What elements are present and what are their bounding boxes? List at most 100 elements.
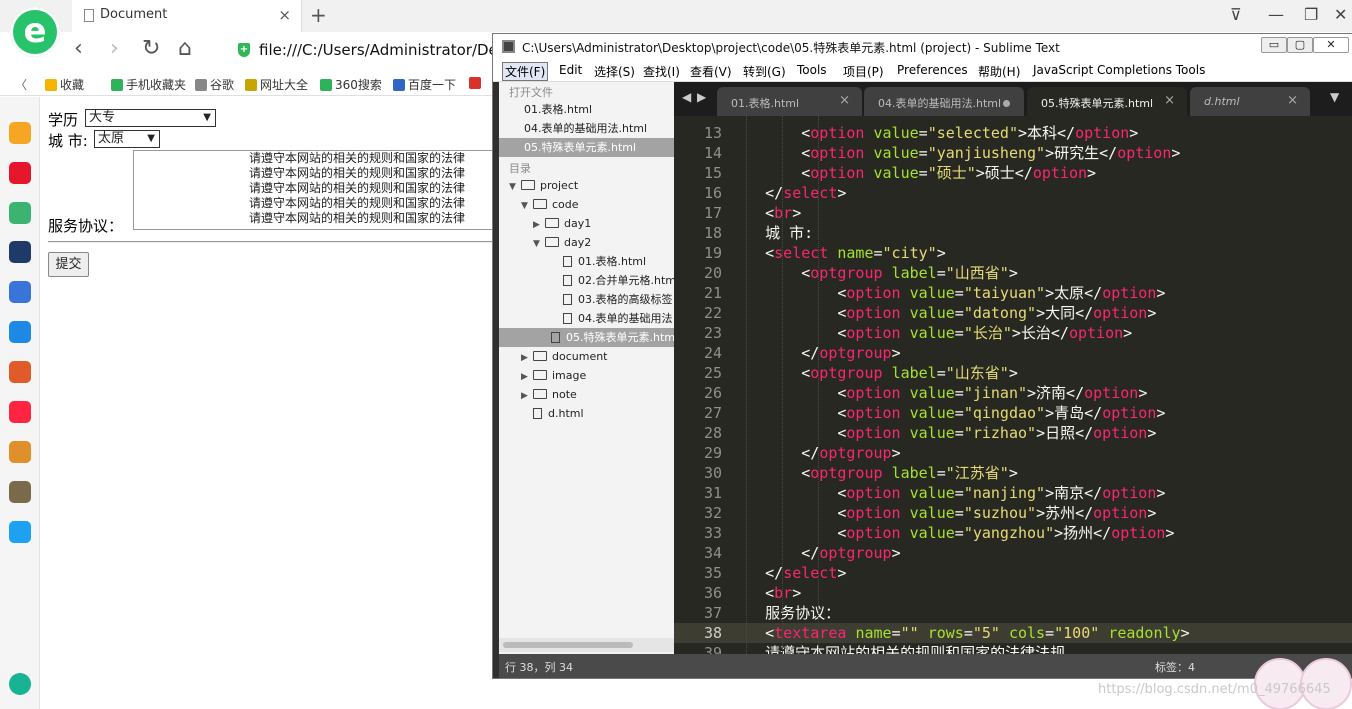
line-number: 15 bbox=[703, 164, 722, 182]
menu-item[interactable]: 查看(V) bbox=[690, 63, 732, 80]
favorite-item[interactable]: 网址大全 bbox=[245, 76, 308, 93]
mail-icon[interactable] bbox=[9, 202, 31, 224]
menu-item[interactable]: Edit bbox=[559, 63, 582, 77]
menu-item[interactable]: 转到(G) bbox=[743, 63, 786, 80]
code-token: > bbox=[1156, 484, 1166, 502]
menu-item[interactable]: Preferences bbox=[897, 63, 968, 77]
favorite-item[interactable] bbox=[469, 76, 484, 90]
menu-item[interactable]: 帮助(H) bbox=[978, 63, 1020, 80]
maximize-button[interactable]: ❐ bbox=[1304, 5, 1318, 24]
tree-item[interactable]: d.html bbox=[499, 404, 674, 423]
menu-item[interactable]: 文件(F) bbox=[502, 62, 549, 81]
code-token: < bbox=[729, 244, 775, 262]
folders-header: 目录 bbox=[509, 162, 531, 175]
favorite-item[interactable]: 360搜索 bbox=[320, 76, 382, 93]
tab-close-icon[interactable]: × bbox=[839, 93, 850, 108]
open-file-item[interactable]: 05.特殊表单元素.html bbox=[499, 138, 674, 157]
browser-tab[interactable]: Document × bbox=[72, 0, 302, 32]
open-file-item[interactable]: 04.表单的基础用法.html bbox=[499, 119, 674, 138]
folder-icon bbox=[545, 218, 559, 228]
code-token: = bbox=[963, 624, 973, 642]
unsaved-dot-icon[interactable] bbox=[1003, 100, 1010, 107]
tree-item[interactable]: ▶ day1 bbox=[499, 214, 674, 233]
maximize-button[interactable]: ▢ bbox=[1287, 37, 1313, 53]
code-token: value bbox=[909, 504, 955, 522]
tab-close-icon[interactable]: × bbox=[1287, 93, 1298, 108]
add-icon[interactable] bbox=[9, 673, 31, 695]
reload-button[interactable]: ↻ bbox=[142, 37, 160, 61]
game2-icon[interactable] bbox=[9, 441, 31, 463]
code-token: option bbox=[1075, 124, 1130, 142]
browser-logo[interactable]: e bbox=[10, 7, 60, 57]
code-token: option bbox=[846, 304, 901, 322]
favorites-toggle-icon[interactable]: 〈 bbox=[15, 76, 27, 93]
code-line: <option value="taiyuan">太原</option> bbox=[729, 283, 1165, 303]
menu-item[interactable]: 选择(S) bbox=[594, 63, 635, 80]
home-button[interactable]: ⌂ bbox=[178, 37, 192, 61]
city-select[interactable]: 太原 ▼ bbox=[94, 130, 160, 148]
star-icon[interactable] bbox=[9, 122, 31, 144]
tree-item[interactable]: 05.特殊表单元素.htm bbox=[499, 328, 674, 347]
close-window-button[interactable]: ✕ bbox=[1334, 5, 1347, 24]
new-tab-button[interactable]: + bbox=[310, 3, 327, 27]
scrollbar-thumb[interactable] bbox=[503, 642, 633, 648]
tree-item[interactable]: ▼ code bbox=[499, 195, 674, 214]
tab-overflow-icon[interactable]: ▼ bbox=[1330, 90, 1339, 104]
tab-nav-left-icon[interactable]: ◀ bbox=[682, 90, 691, 104]
editor-tab[interactable]: 05.特殊表单元素.html × bbox=[1027, 87, 1187, 116]
code-token: > bbox=[1008, 364, 1018, 382]
news-icon[interactable] bbox=[9, 241, 31, 263]
minimize-button[interactable]: — bbox=[1268, 5, 1284, 24]
code-token: br bbox=[774, 204, 793, 222]
address-bar[interactable]: + file:///C:/Users/Administrator/Desk bbox=[230, 36, 530, 64]
editor-tab[interactable]: d.html × bbox=[1190, 87, 1310, 116]
editor-tab-label: 04.表单的基础用法.html bbox=[878, 97, 1002, 110]
tree-item[interactable]: 02.合并单元格.htm bbox=[499, 271, 674, 290]
forward-button[interactable]: › bbox=[110, 37, 119, 61]
weibo-icon[interactable] bbox=[9, 162, 31, 184]
code-token: < bbox=[729, 464, 811, 482]
tab-close-icon[interactable]: × bbox=[1164, 93, 1175, 108]
editor-tab[interactable]: 01.表格.html × bbox=[717, 87, 862, 116]
editor-tab[interactable]: 04.表单的基础用法.html bbox=[864, 87, 1024, 116]
tree-item-label: image bbox=[552, 369, 587, 382]
tree-item[interactable]: ▶ note bbox=[499, 385, 674, 404]
tab-close-icon[interactable]: × bbox=[278, 6, 291, 24]
minimize-button[interactable]: ▭ bbox=[1261, 37, 1287, 53]
code-editor[interactable]: 13 14 15 16 17 18 19 20 21 22 23 24 25 26 27 28 29 30 31 32… bbox=[674, 116, 1352, 654]
menu-item[interactable]: 查找(I) bbox=[643, 63, 680, 80]
sidebar-scrollbar[interactable] bbox=[499, 638, 674, 652]
tree-item[interactable]: 04.表单的基础用法 bbox=[499, 309, 674, 328]
back-button[interactable]: ‹ bbox=[74, 37, 83, 61]
favorite-item[interactable]: 谷歌 bbox=[195, 76, 234, 93]
tree-item[interactable]: 01.表格.html bbox=[499, 252, 674, 271]
tab-nav-right-icon[interactable]: ▶ bbox=[697, 90, 706, 104]
favorite-item[interactable]: 收藏 bbox=[45, 76, 84, 93]
agreement-textarea[interactable]: 请遵守本网站的相关的规则和国家的法律 请遵守本网站的相关的规则和国家的法律 请遵… bbox=[133, 150, 503, 230]
tree-item[interactable]: 03.表格的高级标签 bbox=[499, 290, 674, 309]
game-icon[interactable] bbox=[9, 361, 31, 383]
submit-button[interactable]: 提交 bbox=[48, 252, 89, 277]
close-window-button[interactable]: ✕ bbox=[1313, 37, 1349, 53]
skin-icon[interactable]: ⊽ bbox=[1230, 5, 1242, 24]
favorite-item[interactable]: 手机收藏夹 bbox=[111, 76, 186, 93]
xiaohongshu-icon[interactable] bbox=[9, 401, 31, 423]
chat-icon[interactable] bbox=[9, 321, 31, 343]
code-token: >青岛</ bbox=[1045, 404, 1103, 422]
pubg-icon[interactable] bbox=[9, 481, 31, 503]
tree-item[interactable]: ▼ project bbox=[499, 176, 674, 195]
menu-item[interactable]: Tools bbox=[797, 63, 827, 77]
tree-item[interactable]: ▶ image bbox=[499, 366, 674, 385]
indentation-setting[interactable]: 标签：4 bbox=[1155, 659, 1195, 675]
open-file-item[interactable]: 01.表格.html bbox=[499, 100, 674, 119]
menu-item[interactable]: 项目(P) bbox=[843, 63, 884, 80]
menu-item[interactable]: JavaScript Completions Tools bbox=[1033, 63, 1205, 77]
p-app-icon[interactable] bbox=[9, 521, 31, 543]
document-icon[interactable] bbox=[9, 281, 31, 303]
favorite-item[interactable]: 百度一下 bbox=[393, 76, 456, 93]
tree-item[interactable]: ▶ document bbox=[499, 347, 674, 366]
education-select[interactable]: 大专 ▼ bbox=[85, 109, 216, 127]
tree-item[interactable]: ▼ day2 bbox=[499, 233, 674, 252]
